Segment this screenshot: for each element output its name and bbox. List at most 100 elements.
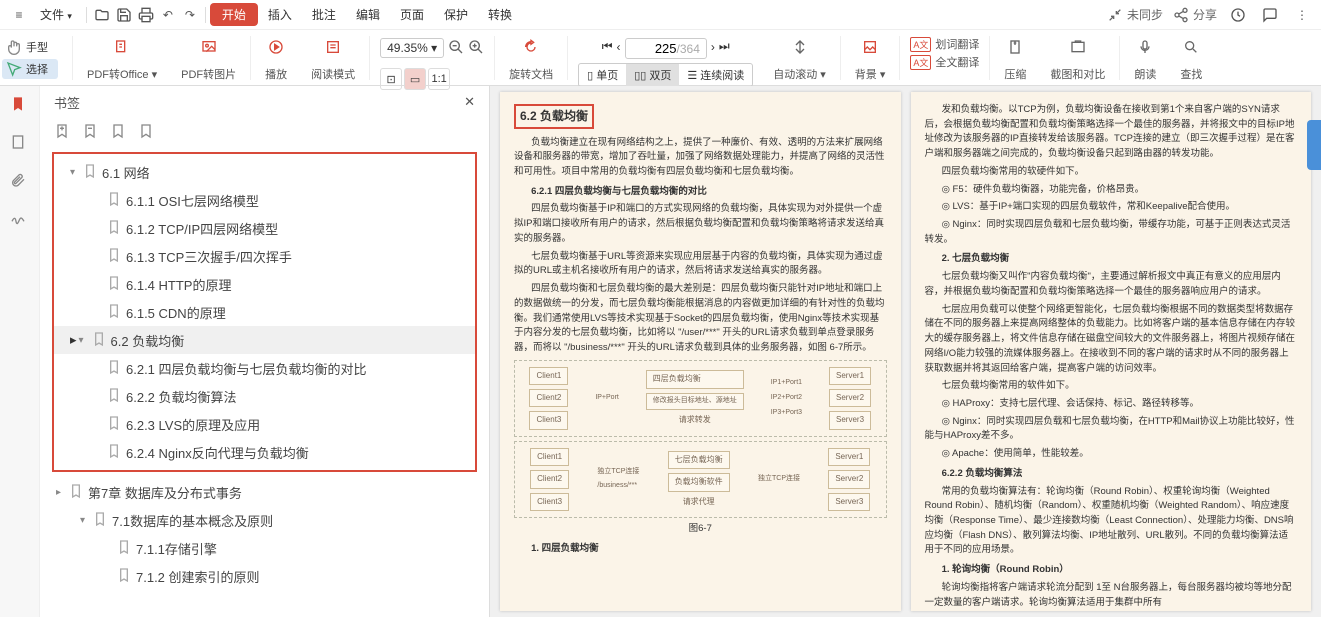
undo-icon[interactable]: ↶ (157, 4, 179, 26)
read-mode-button[interactable]: 阅读模式 (299, 34, 367, 82)
caret-icon[interactable]: ▾ (70, 167, 82, 178)
menu-file[interactable]: 文件 ▾ (30, 2, 82, 27)
bookmark-item[interactable]: 6.2.1 四层负载均衡与七层负载均衡的对比 (54, 354, 475, 382)
compress-button[interactable]: 压缩 (992, 34, 1038, 82)
tab-protect[interactable]: 保护 (434, 2, 478, 27)
bookmark-label: 7.1数据库的基本概念及原则 (112, 511, 273, 530)
zoom-out-icon[interactable] (448, 39, 464, 58)
share-button[interactable]: 分享 (1173, 6, 1217, 23)
bookmark-label: 6.1.4 HTTP的原理 (126, 275, 231, 294)
close-sidebar-icon[interactable]: ✕ (464, 94, 475, 110)
zoom-in-icon[interactable] (468, 39, 484, 58)
full-translate-button[interactable]: A文全文翻译 (910, 54, 979, 70)
view-single[interactable]: ▯ 单页 (579, 64, 626, 86)
bookmark-icon (92, 511, 106, 530)
redo-icon[interactable]: ↷ (179, 4, 201, 26)
bookmark-label: 6.2.3 LVS的原理及应用 (126, 415, 260, 434)
bookmark-label: 6.1 网络 (102, 163, 150, 182)
view-continuous[interactable]: ☰ 连续阅读 (679, 64, 752, 86)
bookmark-item[interactable]: ▸ 第7章 数据库及分布式事务 (40, 478, 489, 506)
bookmark-item[interactable]: 6.2.3 LVS的原理及应用 (54, 410, 475, 438)
rotate-button[interactable]: 旋转文档 (497, 34, 565, 82)
pdf-to-office-button[interactable]: PDF转Office ▾ (75, 34, 169, 82)
tab-start[interactable]: 开始 (210, 3, 258, 26)
bookmark-label: 7.1.2 创建索引的原则 (136, 567, 260, 586)
bookmark-item[interactable]: 6.1.1 OSI七层网络模型 (54, 186, 475, 214)
bookmark-label: 7.1.1存储引擎 (136, 539, 217, 558)
sidebar-title: 书签 (54, 93, 80, 112)
expand-all-icon[interactable] (110, 123, 126, 142)
page-number-input[interactable]: /364 (625, 38, 707, 59)
bookmark-icon (106, 415, 120, 434)
bookmark-label: 第7章 数据库及分布式事务 (88, 483, 242, 502)
attachments-tab-icon[interactable] (10, 172, 30, 192)
find-button[interactable]: 查找 (1168, 34, 1214, 82)
screenshot-button[interactable]: 截图和对比 (1038, 34, 1117, 82)
signatures-tab-icon[interactable] (10, 210, 30, 230)
bookmark-label: 6.2.1 四层负载均衡与七层负载均衡的对比 (126, 359, 367, 378)
history-icon[interactable] (1227, 4, 1249, 26)
tab-annotate[interactable]: 批注 (302, 2, 346, 27)
caret-icon[interactable]: ▾ (79, 335, 91, 346)
play-button[interactable]: 播放 (253, 34, 299, 82)
bookmark-icon (106, 191, 120, 210)
prev-page-icon[interactable]: ‹ (617, 40, 621, 54)
bookmark-item[interactable]: 7.1.2 创建索引的原则 (40, 562, 489, 590)
view-double[interactable]: ▯▯ 双页 (626, 64, 679, 86)
tab-insert[interactable]: 插入 (258, 2, 302, 27)
right-edge-tab[interactable] (1307, 120, 1321, 170)
bookmark-icon (91, 331, 105, 350)
bookmark-label: 6.1.1 OSI七层网络模型 (126, 191, 259, 210)
open-icon[interactable] (91, 4, 113, 26)
page-right: 发和负载均衡。以TCP为例，负载均衡设备在接收到第1个来自客户端的SYN请求后，… (911, 92, 1312, 611)
bookmark-item[interactable]: 6.2.4 Nginx反向代理与负载均衡 (54, 438, 475, 466)
bookmark-item[interactable]: 6.1.4 HTTP的原理 (54, 270, 475, 298)
bookmark-icon (106, 387, 120, 406)
bookmark-item[interactable]: 6.2.2 负载均衡算法 (54, 382, 475, 410)
bookmarks-tab-icon[interactable] (10, 96, 30, 116)
bookmark-item[interactable]: 6.1.3 TCP三次握手/四次挥手 (54, 242, 475, 270)
bookmark-item[interactable]: ▾ 7.1数据库的基本概念及原则 (40, 506, 489, 534)
next-page-icon[interactable]: › (711, 40, 715, 54)
word-translate-button[interactable]: A文划词翻译 (910, 36, 979, 52)
read-aloud-button[interactable]: 朗读 (1122, 34, 1168, 82)
tab-edit[interactable]: 编辑 (346, 2, 390, 27)
print-icon[interactable] (135, 4, 157, 26)
select-tool[interactable]: 选择 (2, 59, 58, 79)
add-bookmark-icon[interactable] (54, 123, 70, 142)
sync-status[interactable]: 未同步 (1107, 6, 1163, 23)
diagram-layer7: Client1Client2Client3 独立TCP连接/business/*… (514, 441, 887, 518)
bookmark-item[interactable]: ▾ 6.1 网络 (54, 158, 475, 186)
document-area[interactable]: 6.2 负载均衡 负载均衡建立在现有网络结构之上，提供了一种廉价、有效、透明的方… (490, 86, 1321, 617)
bookmark-item[interactable]: 6.1.5 CDN的原理 (54, 298, 475, 326)
bookmark-icon (106, 443, 120, 462)
bookmark-item[interactable]: 6.1.2 TCP/IP四层网络模型 (54, 214, 475, 242)
first-page-icon[interactable]: ⏮ (602, 39, 613, 54)
pdf-to-image-button[interactable]: PDF转图片 (169, 34, 248, 82)
separator (205, 7, 206, 23)
autoscroll-button[interactable]: 自动滚动 ▾ (761, 34, 838, 82)
tab-page[interactable]: 页面 (390, 2, 434, 27)
background-button[interactable]: 背景 ▾ (843, 34, 898, 82)
last-page-icon[interactable]: ⏭ (719, 39, 730, 54)
tab-convert[interactable]: 转换 (478, 2, 522, 27)
thumbnails-tab-icon[interactable] (10, 134, 30, 154)
bookmark-item[interactable]: ▸▾6.2 负载均衡 (54, 326, 475, 354)
bookmark-tree: ▾ 6.1 网络 6.1.1 OSI七层网络模型 6.1.2 TCP/IP四层网络模型… (40, 146, 489, 617)
more-icon[interactable]: ⋮ (1291, 4, 1313, 26)
separator (86, 7, 87, 23)
collapse-all-icon[interactable] (138, 123, 154, 142)
chat-icon[interactable] (1259, 4, 1281, 26)
save-icon[interactable] (113, 4, 135, 26)
hamburger-icon[interactable]: ≡ (8, 4, 30, 26)
bookmark-item[interactable]: 7.1.1存储引擎 (40, 534, 489, 562)
hand-tool[interactable]: 手型 (2, 37, 58, 57)
section-heading: 6.2 负载均衡 (514, 104, 594, 129)
bookmark-icon (106, 275, 120, 294)
caret-icon[interactable]: ▾ (80, 515, 92, 526)
remove-bookmark-icon[interactable] (82, 123, 98, 142)
page-left: 6.2 负载均衡 负载均衡建立在现有网络结构之上，提供了一种廉价、有效、透明的方… (500, 92, 901, 611)
caret-icon[interactable]: ▸ (56, 487, 68, 498)
zoom-value[interactable]: 49.35% ▾ (380, 38, 444, 58)
bookmark-icon (116, 539, 130, 558)
